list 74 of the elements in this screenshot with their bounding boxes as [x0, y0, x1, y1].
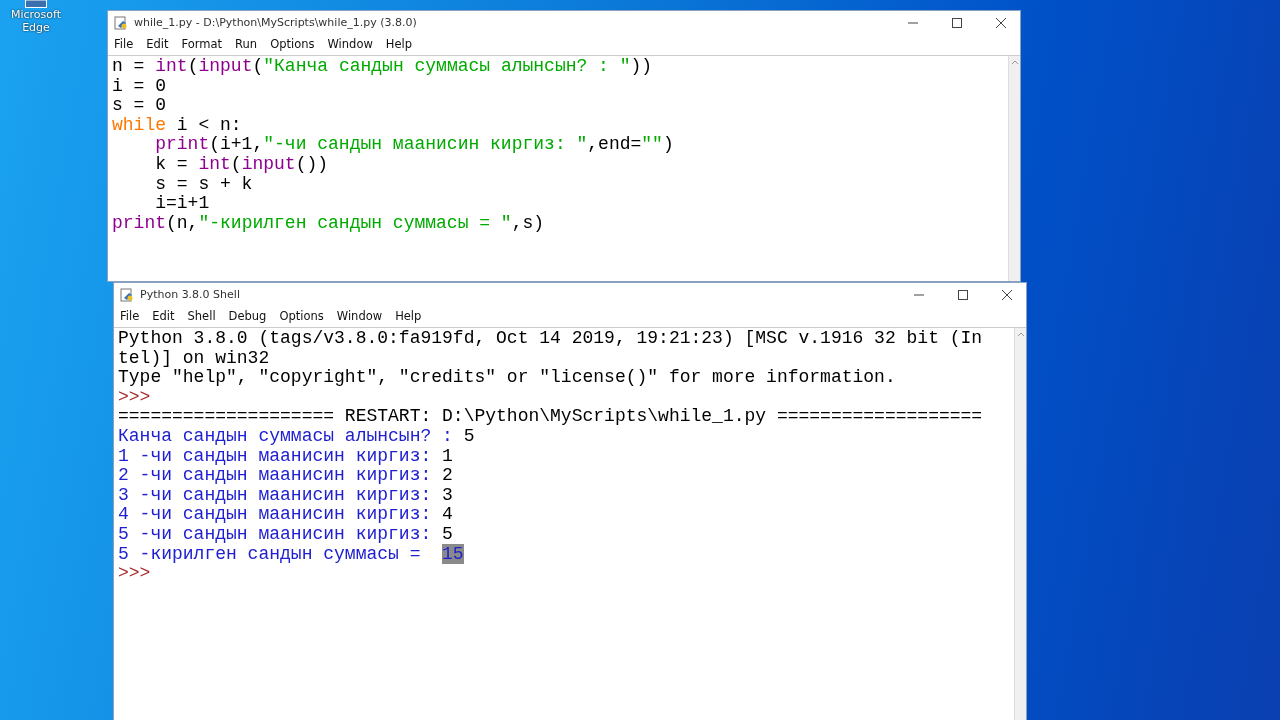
shell-text: 15 [442, 543, 464, 564]
shell-text: 1 [442, 445, 453, 466]
code-token: n = [112, 56, 146, 76]
shell-text: 3 -чи сандын маанисин киргиз: [118, 484, 433, 505]
shortcut-icon[interactable] [25, 0, 47, 8]
menu-item[interactable]: Window [336, 308, 383, 326]
code-token: i = 0 [112, 75, 166, 96]
code-token: print [112, 212, 166, 233]
menu-item[interactable]: Shell [187, 308, 216, 326]
menu-item[interactable]: Help [385, 36, 413, 54]
code-token: i < n: [175, 114, 242, 135]
code-token: "Канча сандын суммасы алынсын? : " [263, 56, 631, 76]
shell-text: 1 -чи сандын маанисин киргиз: [118, 445, 433, 466]
maximize-icon [958, 290, 968, 300]
menu-item[interactable]: File [114, 36, 134, 54]
shell-text: 5 -чи сандын маанисин киргиз: [118, 523, 433, 544]
menu-item[interactable]: Format [181, 36, 223, 54]
maximize-icon [952, 18, 962, 28]
python-file-icon [114, 16, 128, 30]
menu-item[interactable]: Run [235, 36, 258, 54]
code-token: input [241, 153, 296, 174]
code-token: int [198, 153, 231, 174]
menu-item[interactable]: Options [270, 36, 315, 54]
shell-text: Type "help", "copyright", "credits" or "license()" for more information. [118, 367, 896, 388]
shell-text: 5 [442, 523, 453, 544]
close-icon [996, 18, 1006, 28]
shell-text: 2 -чи сандын маанисин киргиз: [118, 465, 433, 486]
code-token: (n, [166, 212, 199, 233]
code-token: print [155, 134, 210, 155]
code-token: ()) [295, 153, 329, 174]
shell-text: Python 3.8.0 (tags/v3.8.0:fa919fd, Oct 14 2019, 19:21:23) [MSC v.1916 32 bit (In [118, 328, 983, 348]
menu-item[interactable]: Edit [146, 36, 169, 54]
shell-text: 4 -чи сандын маанисин киргиз: [118, 504, 433, 525]
code-token: input [198, 56, 253, 76]
shell-text: 5 [463, 425, 475, 446]
shell-text: 5 -кирилген сандын суммасы = [118, 543, 422, 564]
code-token: )) [630, 56, 653, 76]
shell-text: tel)] on win32 [118, 347, 270, 368]
window-title: Python 3.8.0 Shell [140, 286, 241, 303]
code-token: "-чи сандын маанисин киргиз: " [263, 134, 588, 155]
shell-text: Канча сандын суммасы алынсын? : [118, 425, 454, 446]
code-token: ( [187, 56, 199, 76]
code-token: i=i+1 [155, 193, 210, 214]
shell-text: >>> [118, 563, 151, 584]
close-icon [1002, 290, 1012, 300]
menu-item[interactable]: Window [327, 36, 373, 54]
code-token: "" [641, 134, 663, 155]
code-token: ,s) [511, 212, 545, 233]
code-token: s = s + k [155, 173, 253, 194]
code-token: ( [230, 153, 242, 174]
code-token: "-кирилген сандын суммасы = " [198, 212, 512, 233]
scrollbar[interactable] [1008, 56, 1020, 281]
code-token: while [112, 114, 166, 135]
code-token: (i+1, [209, 134, 264, 155]
menu-item[interactable]: Debug [228, 308, 267, 326]
code-token: ,end= [587, 134, 642, 155]
menu-item[interactable]: Options [279, 308, 324, 326]
menu-item[interactable]: File [120, 308, 140, 326]
code-token: k = [155, 153, 189, 174]
shell-text: 4 [442, 504, 453, 525]
shell-text: 3 [442, 484, 453, 505]
code-token: ( [252, 56, 264, 76]
menu-item[interactable]: Edit [152, 308, 175, 326]
python-file-icon [120, 288, 134, 302]
code-token: s = 0 [112, 95, 166, 116]
shell-text: ==================== RESTART: D:\Python\MyScripts\while_1.py =================== [118, 406, 983, 427]
code-token: ) [662, 134, 674, 155]
menu-item[interactable]: Help [395, 308, 422, 326]
scrollbar[interactable] [1014, 328, 1026, 720]
window-title: while_1.py - D:\Python\MyScripts\while_1.py (3.8.0) [134, 14, 418, 31]
text-area[interactable]: n = int(input("Канча сандын суммасы алынсын? : ")) i = 0 s = 0 while i < n: print(i+1,"-чи сандын маанисин киргиз: ",end="") k = int(input()) s = s + k i=i+1 print(n,"-кирилген сандын суммасы = ",s) [108, 56, 1008, 281]
shell-text: 2 [442, 465, 453, 486]
shell-text: >>> [118, 386, 152, 407]
code-token: int [155, 56, 188, 76]
